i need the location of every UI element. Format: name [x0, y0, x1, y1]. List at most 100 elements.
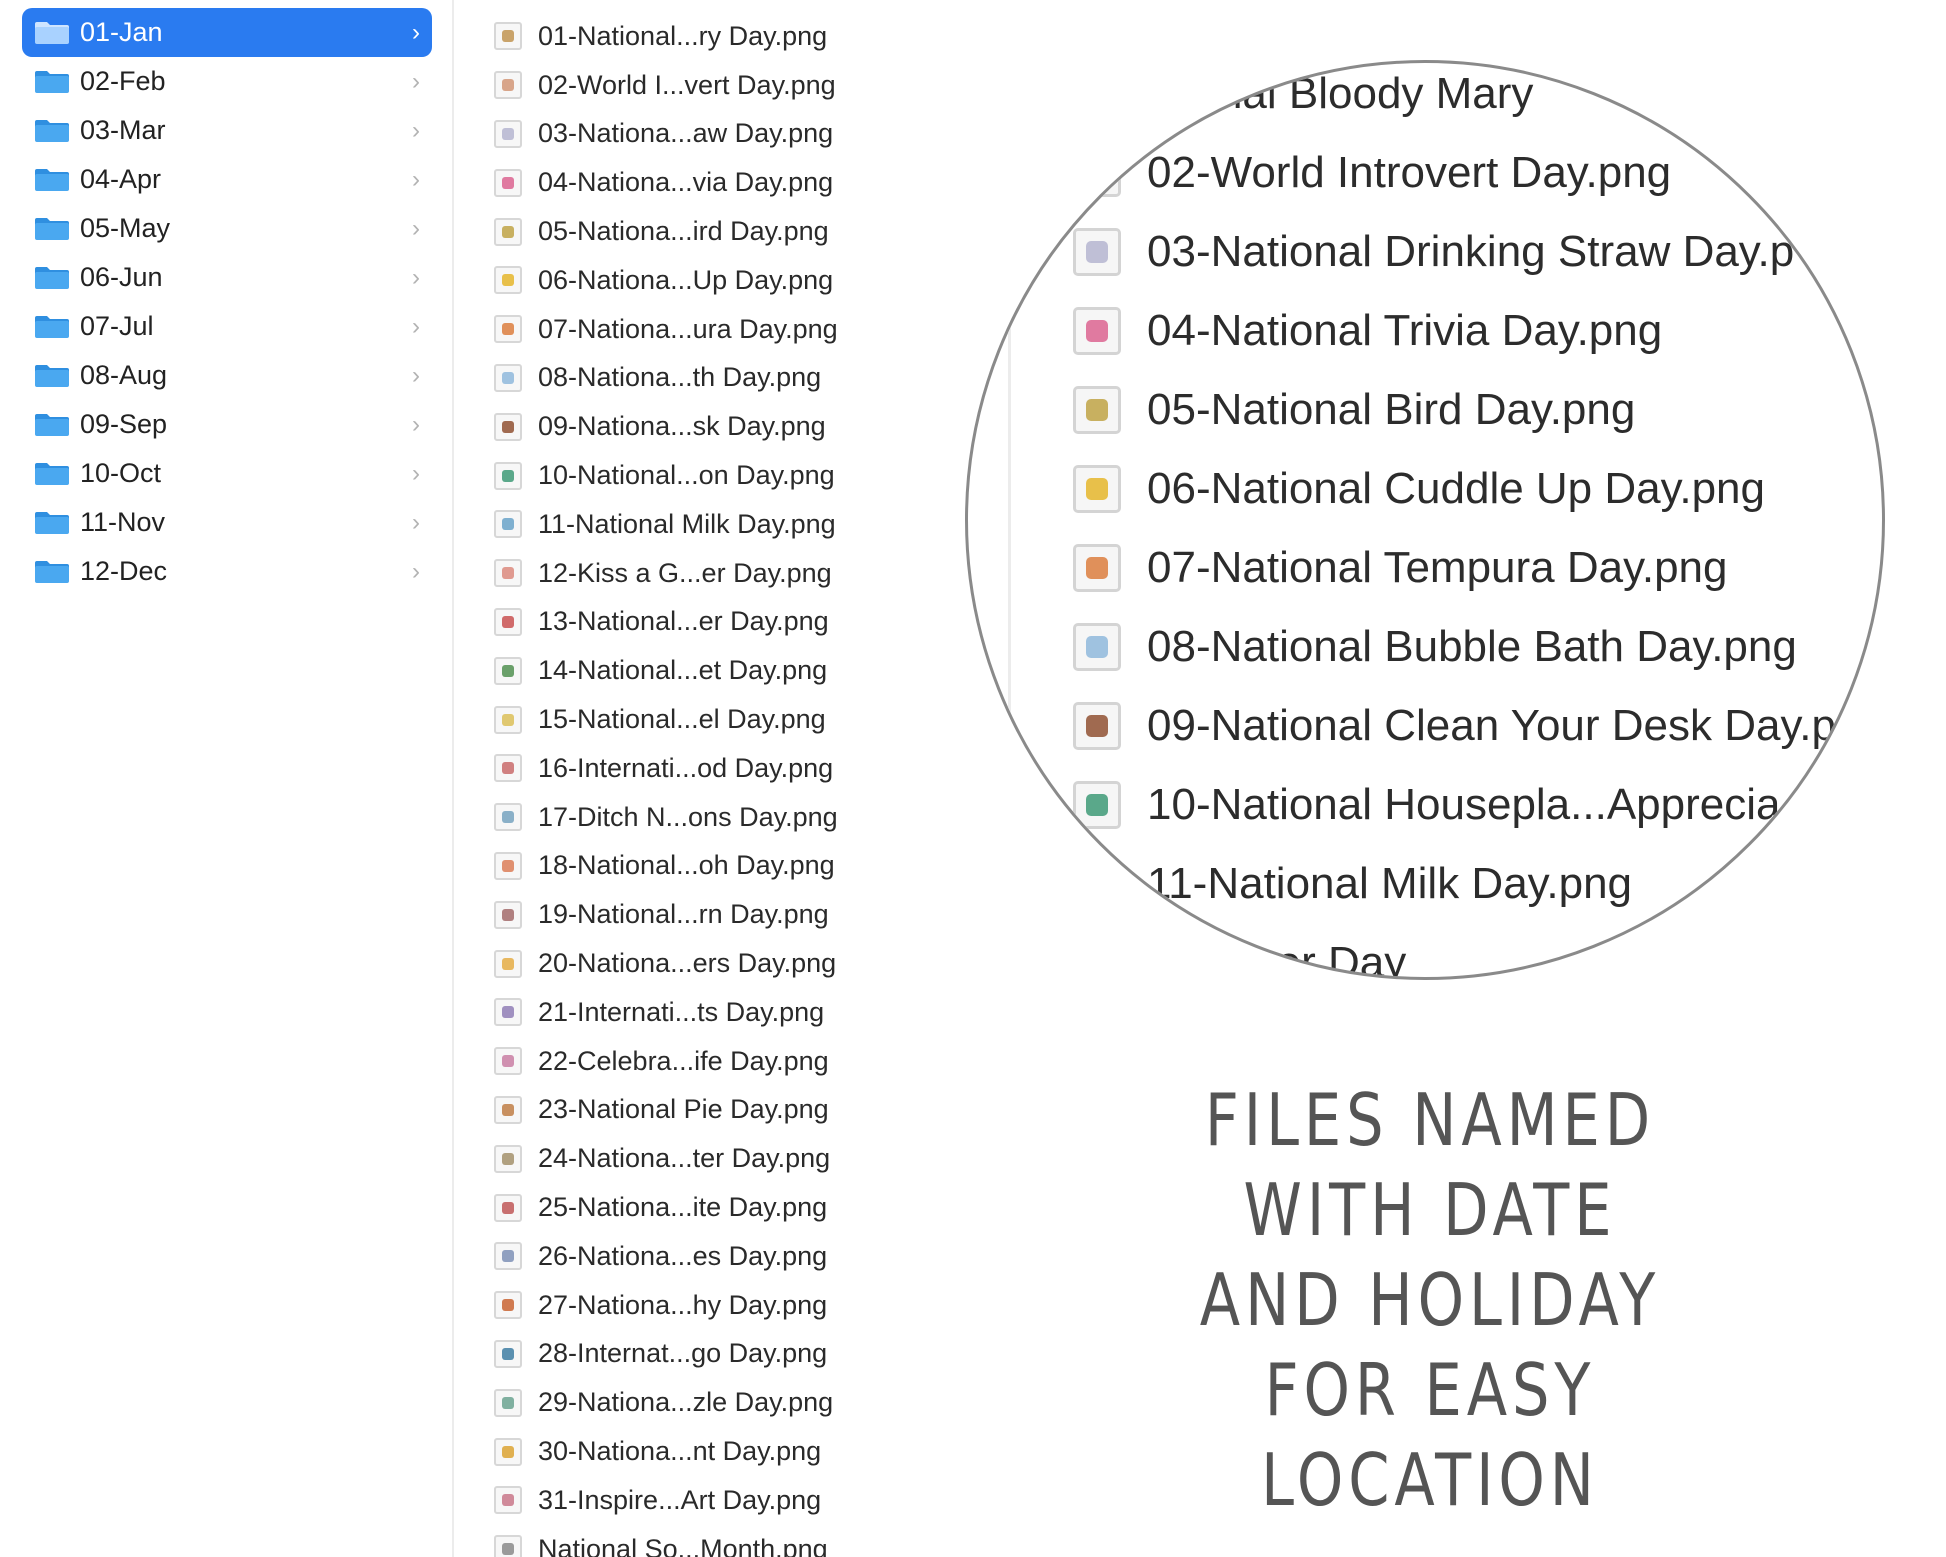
- file-item[interactable]: 31-Inspire...Art Day.png: [494, 1476, 924, 1525]
- image-thumbnail-icon: [494, 1535, 522, 1557]
- file-item[interactable]: 18-National...oh Day.png: [494, 842, 924, 891]
- file-item[interactable]: 29-Nationa...zle Day.png: [494, 1378, 924, 1427]
- folder-item-11-nov[interactable]: 11-Nov ›: [22, 498, 432, 547]
- chevron-right-icon: ›: [412, 557, 420, 585]
- file-item[interactable]: 22-Celebra...ife Day.png: [494, 1037, 924, 1086]
- chevron-right-icon: ›: [412, 361, 420, 389]
- file-item[interactable]: 24-Nationa...ter Day.png: [494, 1134, 924, 1183]
- file-item[interactable]: 01-National...ry Day.png: [494, 12, 924, 61]
- image-thumbnail-icon: [494, 119, 522, 148]
- folder-item-04-apr[interactable]: 04-Apr ›: [22, 155, 432, 204]
- folder-item-10-oct[interactable]: 10-Oct ›: [22, 449, 432, 498]
- file-name: 16-Internati...od Day.png: [538, 752, 834, 783]
- file-item[interactable]: 08-Nationa...th Day.png: [494, 354, 924, 403]
- folder-item-09-sep[interactable]: 09-Sep ›: [22, 400, 432, 449]
- folder-item-06-jun[interactable]: 06-Jun ›: [22, 253, 432, 302]
- caption-line: FILES NAMED: [1204, 1078, 1656, 1162]
- file-item[interactable]: 28-Internat...go Day.png: [494, 1330, 924, 1379]
- file-name: 21-Internati...ts Day.png: [538, 996, 825, 1027]
- image-thumbnail-icon: [494, 1339, 522, 1368]
- magnified-file-item: 04-National Trivia Day.png: [1073, 292, 1662, 370]
- file-column: 01-National...ry Day.png 02-World I...ver…: [494, 12, 924, 1557]
- image-thumbnail-icon: [494, 461, 522, 490]
- file-name: 22-Celebra...ife Day.png: [538, 1045, 829, 1076]
- image-thumbnail-icon: [494, 705, 522, 734]
- file-name: 29-Nationa...zle Day.png: [538, 1387, 834, 1418]
- file-item[interactable]: 14-National...et Day.png: [494, 646, 924, 695]
- column-divider[interactable]: [452, 0, 454, 1557]
- image-thumbnail-icon: [494, 1095, 522, 1124]
- file-item[interactable]: 19-National...rn Day.png: [494, 890, 924, 939]
- file-item[interactable]: 15-National...el Day.png: [494, 695, 924, 744]
- file-item[interactable]: 20-Nationa...ers Day.png: [494, 939, 924, 988]
- file-item[interactable]: 27-Nationa...hy Day.png: [494, 1281, 924, 1330]
- file-item[interactable]: 12-Kiss a G...er Day.png: [494, 549, 924, 598]
- chevron-right-icon: ›: [412, 67, 420, 95]
- image-thumbnail-icon: [1073, 386, 1121, 434]
- file-item[interactable]: National So...Month.png: [494, 1525, 924, 1557]
- folder-label: 09-Sep: [80, 409, 168, 439]
- image-thumbnail-icon: [494, 851, 522, 880]
- magnified-file-item: a Ginger Day: [1073, 924, 1407, 980]
- image-thumbnail-icon: [1073, 544, 1121, 592]
- image-thumbnail-icon: [494, 1437, 522, 1466]
- magnified-file-name: a Ginger Day: [1147, 938, 1407, 980]
- file-name: 18-National...oh Day.png: [538, 850, 835, 881]
- file-item[interactable]: 03-Nationa...aw Day.png: [494, 110, 924, 159]
- folder-item-03-mar[interactable]: 03-Mar ›: [22, 106, 432, 155]
- image-thumbnail-icon: [494, 315, 522, 344]
- folder-icon: [34, 413, 70, 437]
- file-item[interactable]: 04-Nationa...via Day.png: [494, 158, 924, 207]
- caption: FILES NAMED WITH DATE AND HOLIDAY FOR EASY L…: [1192, 1075, 1668, 1525]
- file-name: 14-National...et Day.png: [538, 655, 828, 686]
- file-item[interactable]: 25-Nationa...ite Day.png: [494, 1183, 924, 1232]
- image-thumbnail-icon: [494, 607, 522, 636]
- image-thumbnail-icon: [1073, 465, 1121, 513]
- chevron-right-icon: ›: [412, 116, 420, 144]
- folder-item-01-jan[interactable]: 01-Jan ›: [22, 8, 432, 57]
- folder-label: 11-Nov: [80, 507, 166, 537]
- file-item[interactable]: 09-Nationa...sk Day.png: [494, 402, 924, 451]
- file-item[interactable]: 06-Nationa...Up Day.png: [494, 256, 924, 305]
- file-item[interactable]: 13-National...er Day.png: [494, 598, 924, 647]
- folder-icon: [34, 266, 70, 290]
- file-item[interactable]: 07-Nationa...ura Day.png: [494, 305, 924, 354]
- folder-label: 10-Oct: [80, 458, 162, 488]
- chevron-right-icon: ›: [412, 214, 420, 242]
- folder-icon: [34, 217, 70, 241]
- image-thumbnail-icon: [494, 1144, 522, 1173]
- file-item[interactable]: 23-National Pie Day.png: [494, 1086, 924, 1135]
- file-item[interactable]: 16-Internati...od Day.png: [494, 744, 924, 793]
- folder-item-08-aug[interactable]: 08-Aug ›: [22, 351, 432, 400]
- file-item[interactable]: 30-Nationa...nt Day.png: [494, 1427, 924, 1476]
- file-item[interactable]: 11-National Milk Day.png: [494, 500, 924, 549]
- folder-label: 01-Jan: [80, 17, 163, 47]
- file-name: 20-Nationa...ers Day.png: [538, 948, 837, 979]
- magnified-file-name: 04-National Trivia Day.png: [1147, 306, 1663, 355]
- magnified-file-item: 08-National Bubble Bath Day.png: [1073, 608, 1797, 686]
- folder-icon: [34, 462, 70, 486]
- file-item[interactable]: 26-Nationa...es Day.png: [494, 1232, 924, 1281]
- image-thumbnail-icon: [494, 949, 522, 978]
- file-name: 11-National Milk Day.png: [538, 508, 836, 539]
- file-item[interactable]: 05-Nationa...ird Day.png: [494, 207, 924, 256]
- file-item[interactable]: 10-National...on Day.png: [494, 451, 924, 500]
- magnified-file-name: 11-National Milk Day.png: [1147, 859, 1633, 908]
- image-thumbnail-icon: [494, 1193, 522, 1222]
- folder-item-07-jul[interactable]: 07-Jul ›: [22, 302, 432, 351]
- image-thumbnail-icon: [494, 1388, 522, 1417]
- folder-label: 06-Jun: [80, 262, 163, 292]
- file-item[interactable]: 17-Ditch N...ons Day.png: [494, 793, 924, 842]
- magnified-file-name: 08-National Bubble Bath Day.png: [1147, 622, 1797, 671]
- folder-item-12-dec[interactable]: 12-Dec ›: [22, 547, 432, 596]
- image-thumbnail-icon: [494, 803, 522, 832]
- file-item[interactable]: 02-World I...vert Day.png: [494, 61, 924, 110]
- image-thumbnail-icon: [494, 266, 522, 295]
- folder-item-02-feb[interactable]: 02-Feb ›: [22, 57, 432, 106]
- image-thumbnail-icon: [494, 1486, 522, 1515]
- file-item[interactable]: 21-Internati...ts Day.png: [494, 988, 924, 1037]
- folder-item-05-may[interactable]: 05-May ›: [22, 204, 432, 253]
- folder-icon: [34, 364, 70, 388]
- file-name: 13-National...er Day.png: [538, 606, 829, 637]
- caption-line: FOR EASY: [1264, 1348, 1596, 1432]
